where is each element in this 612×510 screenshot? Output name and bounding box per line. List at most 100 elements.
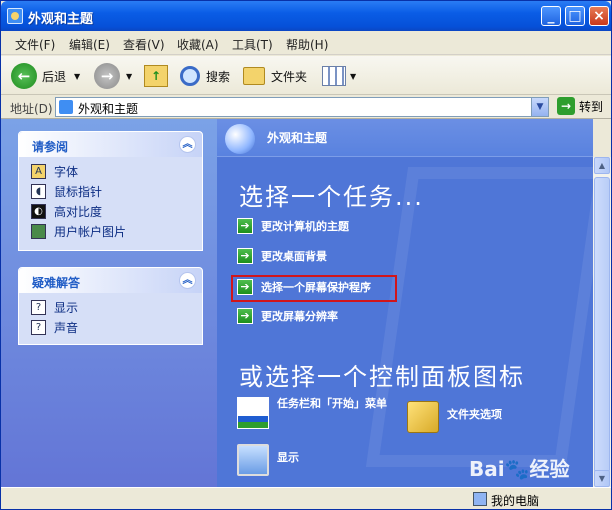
forward-arrow-icon: →	[94, 63, 120, 89]
taskbar-icon	[237, 397, 269, 429]
address-bar: 地址(D) 外观和主题 ▼ → 转到	[1, 95, 611, 119]
menu-bar: 文件(F) 编辑(E) 查看(V) 收藏(A) 工具(T) 帮助(H)	[1, 31, 611, 85]
task-label: 选择一个屏幕保护程序	[261, 281, 371, 294]
cp-folder-options[interactable]: 文件夹选项	[407, 401, 502, 433]
window-title: 外观和主题	[28, 12, 94, 27]
go-arrow-icon: →	[557, 97, 575, 115]
address-folder-icon	[59, 100, 73, 114]
scroll-thumb[interactable]	[594, 177, 610, 473]
forward-button[interactable]: → ▼	[94, 62, 132, 90]
address-dropdown-icon[interactable]: ▼	[531, 98, 548, 116]
up-folder-button[interactable]: ↑	[144, 62, 168, 90]
troubleshoot-title: 疑难解答	[32, 276, 81, 290]
forward-dropdown-icon[interactable]: ▼	[126, 72, 132, 81]
address-label: 地址(D)	[10, 102, 53, 116]
back-dropdown-icon[interactable]: ▼	[74, 72, 80, 81]
appearance-themes-icon	[7, 8, 23, 24]
pick-task-heading: 选择一个任务...	[239, 183, 424, 211]
folder-options-icon	[407, 401, 439, 433]
task-change-theme[interactable]: ➔ 更改计算机的主题	[237, 218, 349, 234]
back-button[interactable]: ← 后退 ▼	[11, 62, 80, 90]
link-mouse-pointers[interactable]: ◖ 鼠标指针	[19, 181, 202, 201]
menu-view[interactable]: 查看(V)	[123, 36, 165, 53]
close-button[interactable]: ×	[589, 6, 609, 26]
menu-tools[interactable]: 工具(T)	[232, 36, 273, 53]
search-icon	[180, 66, 200, 86]
task-pane: 请参阅 ︽ A 字体 ◖ 鼠标指针 ◐ 高对比度 用户帐户图片 疑难解答 ︽ ? 显示 …	[1, 119, 217, 487]
green-arrow-icon: ➔	[237, 308, 253, 324]
views-button[interactable]: ▼	[322, 62, 356, 90]
scroll-down-icon[interactable]: ▼	[594, 470, 610, 487]
task-screensaver[interactable]: ➔ 选择一个屏幕保护程序	[237, 279, 371, 295]
link-display-help[interactable]: ? 显示	[19, 297, 202, 317]
link-fonts-label: 字体	[54, 164, 79, 179]
search-label: 搜索	[206, 69, 231, 84]
green-arrow-icon: ➔	[237, 248, 253, 264]
menu-edit[interactable]: 编辑(E)	[69, 36, 110, 53]
see-also-header[interactable]: 请参阅 ︽	[19, 132, 202, 157]
search-button[interactable]: 搜索	[180, 62, 230, 90]
link-display-label: 显示	[54, 300, 79, 315]
computer-icon	[473, 492, 487, 506]
folders-button[interactable]: 文件夹	[243, 62, 307, 90]
collapse-icon[interactable]: ︽	[179, 272, 196, 289]
back-arrow-icon: ←	[11, 63, 37, 89]
address-input[interactable]: 外观和主题 ▼	[55, 97, 549, 117]
go-label: 转到	[579, 99, 604, 114]
see-also-panel: 请参阅 ︽ A 字体 ◖ 鼠标指针 ◐ 高对比度 用户帐户图片	[18, 131, 203, 251]
cp-taskbar-start[interactable]: 任务栏和「开始」菜单	[237, 397, 402, 429]
baidu-watermark: Bai🐾经验	[469, 457, 570, 481]
views-grid-icon	[322, 66, 346, 86]
views-dropdown-icon: ▼	[350, 71, 357, 81]
go-button[interactable]: → 转到	[557, 97, 603, 115]
collapse-icon[interactable]: ︽	[179, 136, 196, 153]
task-change-background[interactable]: ➔ 更改桌面背景	[237, 248, 327, 264]
green-arrow-icon: ➔	[237, 279, 253, 295]
picture-icon	[31, 223, 46, 239]
link-fonts[interactable]: A 字体	[19, 161, 202, 181]
content-header: 外观和主题	[217, 119, 593, 157]
up-arrow-icon: ↑	[144, 65, 168, 87]
link-sound-label: 声音	[54, 320, 79, 335]
see-also-title: 请参阅	[32, 140, 69, 154]
explorer-window: 外观和主题 _ □ × 文件(F) 编辑(E) 查看(V) 收藏(A) 工具(T…	[0, 0, 612, 510]
back-label: 后退	[42, 69, 67, 84]
troubleshoot-panel: 疑难解答 ︽ ? 显示 ? 声音	[18, 267, 203, 345]
cp-folder-label: 文件夹选项	[447, 408, 502, 421]
menu-help[interactable]: 帮助(H)	[286, 36, 328, 53]
vertical-scrollbar[interactable]: ▲ ▼	[593, 157, 611, 487]
display-icon	[237, 444, 269, 476]
link-high-contrast[interactable]: ◐ 高对比度	[19, 201, 202, 221]
toolbar: ← 后退 ▼ → ▼ ↑ 搜索 文件夹 ▼	[1, 56, 611, 95]
link-mouse-label: 鼠标指针	[54, 184, 103, 199]
troubleshoot-header[interactable]: 疑难解答 ︽	[19, 268, 202, 293]
title-bar[interactable]: 外观和主题 _ □ ×	[1, 1, 611, 31]
help-icon: ?	[31, 299, 46, 315]
help-icon: ?	[31, 319, 46, 335]
cp-display[interactable]: 显示	[237, 444, 299, 476]
link-sound-help[interactable]: ? 声音	[19, 317, 202, 337]
link-account-picture[interactable]: 用户帐户图片	[19, 221, 202, 241]
task-label: 更改桌面背景	[261, 250, 327, 263]
content-title: 外观和主题	[267, 131, 328, 145]
appearance-themes-icon	[225, 124, 255, 154]
contrast-icon: ◐	[31, 203, 46, 219]
main-content: 外观和主题 选择一个任务... ➔ 更改计算机的主题 ➔ 更改桌面背景 ➔ 选择一个屏…	[217, 119, 593, 487]
font-folder-icon: A	[31, 163, 46, 179]
task-label: 更改计算机的主题	[261, 220, 349, 233]
menu-favorites[interactable]: 收藏(A)	[177, 36, 219, 53]
pick-icon-heading: 或选择一个控制面板图标	[239, 363, 525, 391]
task-label: 更改屏幕分辨率	[261, 310, 338, 323]
scroll-up-icon[interactable]: ▲	[594, 157, 610, 174]
cp-display-label: 显示	[277, 451, 299, 464]
folder-icon	[243, 67, 265, 85]
task-resolution[interactable]: ➔ 更改屏幕分辨率	[237, 308, 338, 324]
cp-taskbar-label: 任务栏和「开始」菜单	[277, 397, 387, 410]
mouse-icon: ◖	[31, 183, 46, 199]
menu-file[interactable]: 文件(F)	[15, 36, 55, 53]
link-contrast-label: 高对比度	[54, 204, 103, 219]
folders-label: 文件夹	[271, 69, 308, 84]
minimize-button[interactable]: _	[541, 6, 561, 26]
status-computer-label: 我的电脑	[491, 494, 540, 508]
maximize-button[interactable]: □	[565, 6, 585, 26]
